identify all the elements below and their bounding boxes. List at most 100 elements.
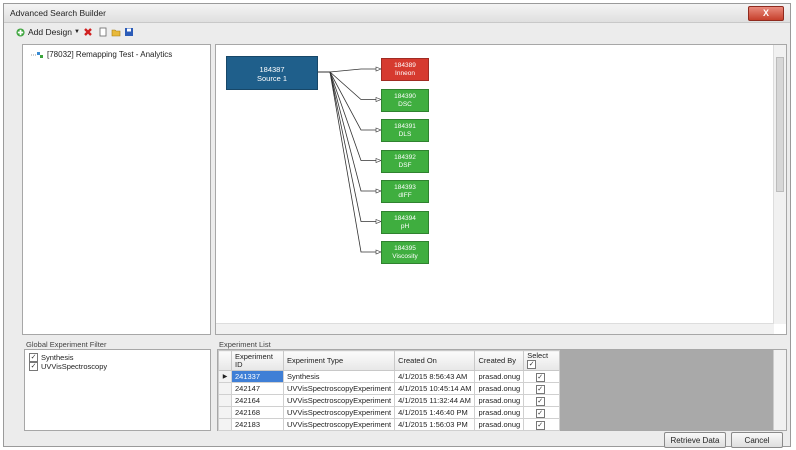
cell-select[interactable]: ✓ bbox=[523, 382, 561, 395]
diagram-node-target[interactable]: 184393 dIFF bbox=[381, 180, 429, 203]
cell-id[interactable]: 242183 bbox=[231, 418, 284, 431]
experiment-grid[interactable]: Experiment ID Experiment Type Created On… bbox=[217, 349, 787, 431]
cancel-button[interactable]: Cancel bbox=[731, 432, 783, 448]
table-row[interactable]: 242147 UVVisSpectroscopyExperiment 4/1/2… bbox=[218, 382, 561, 395]
experiment-table: Experiment ID Experiment Type Created On… bbox=[218, 350, 561, 431]
column-header-id[interactable]: Experiment ID bbox=[231, 350, 284, 371]
cell-type[interactable]: Synthesis bbox=[282, 370, 396, 383]
filter-item-uvvis[interactable]: ✓ UVVisSpectroscopy bbox=[29, 362, 107, 371]
add-design-button[interactable]: Add Design ▼ bbox=[16, 26, 80, 38]
node-name: Source 1 bbox=[256, 74, 288, 83]
cell-id[interactable]: 241337 bbox=[231, 370, 284, 383]
tree-root-label: [78032] Remapping Test - Analytics bbox=[47, 50, 173, 59]
cell-created-on[interactable]: 4/1/2015 10:45:14 AM bbox=[394, 382, 476, 395]
node-id: 184387 bbox=[259, 65, 285, 74]
close-button[interactable]: X bbox=[748, 6, 784, 21]
new-document-icon bbox=[99, 27, 107, 37]
cell-type[interactable]: UVVisSpectroscopyExperiment bbox=[282, 394, 396, 407]
row-checkbox[interactable]: ✓ bbox=[535, 408, 545, 418]
checkbox[interactable]: ✓ bbox=[29, 353, 38, 362]
connector-line bbox=[318, 71, 378, 131]
node-id: 184393 bbox=[394, 184, 416, 191]
cell-created-by[interactable]: prasad.onug bbox=[474, 370, 525, 383]
retrieve-data-button[interactable]: Retrieve Data bbox=[664, 432, 726, 448]
table-row[interactable]: 242183 UVVisSpectroscopyExperiment 4/1/2… bbox=[218, 418, 561, 431]
cell-created-by[interactable]: prasad.onug bbox=[474, 406, 525, 419]
cell-select[interactable]: ✓ bbox=[523, 418, 561, 431]
cell-id[interactable]: 242147 bbox=[231, 382, 284, 395]
diagram-node-target[interactable]: 184391 DLS bbox=[381, 119, 429, 142]
scroll-thumb[interactable] bbox=[776, 57, 784, 192]
floppy-disk-icon bbox=[125, 28, 133, 36]
node-name: Viscosity bbox=[392, 253, 418, 260]
table-row[interactable]: 242164 UVVisSpectroscopyExperiment 4/1/2… bbox=[218, 394, 561, 407]
checkbox[interactable]: ✓ bbox=[29, 362, 38, 371]
tree-node-icon bbox=[31, 51, 43, 58]
diagram-node-target[interactable]: 184392 DSF bbox=[381, 149, 429, 173]
cell-select[interactable]: ✓ bbox=[523, 406, 561, 419]
new-button[interactable] bbox=[98, 26, 108, 38]
cell-select[interactable]: ✓ bbox=[523, 394, 561, 407]
filter-item-synthesis[interactable]: ✓ Synthesis bbox=[29, 353, 74, 362]
column-header-type[interactable]: Experiment Type bbox=[282, 350, 396, 371]
filter-label: Global Experiment Filter bbox=[26, 340, 107, 349]
row-checkbox[interactable]: ✓ bbox=[535, 420, 545, 430]
cell-id[interactable]: 242164 bbox=[231, 394, 284, 407]
save-button[interactable] bbox=[124, 26, 134, 38]
dropdown-caret-icon: ▼ bbox=[73, 29, 80, 35]
column-header-created-on[interactable]: Created On bbox=[394, 350, 476, 371]
diagram-node-target[interactable]: 184394 pH bbox=[381, 210, 429, 234]
column-header-select[interactable]: Select ✓ bbox=[523, 350, 561, 371]
design-canvas[interactable]: 184387 Source 1 184389 Inneon 184390 DSC 18439… bbox=[215, 44, 787, 335]
cell-created-on[interactable]: 4/1/2015 8:56:43 AM bbox=[394, 370, 476, 383]
design-tree-panel[interactable]: [78032] Remapping Test - Analytics bbox=[22, 44, 211, 335]
tree-root-node[interactable]: [78032] Remapping Test - Analytics bbox=[31, 50, 172, 59]
connector-line bbox=[318, 71, 378, 161]
cell-created-by[interactable]: prasad.onug bbox=[474, 394, 525, 407]
cell-created-by[interactable]: prasad.onug bbox=[474, 382, 525, 395]
node-id: 184392 bbox=[394, 153, 416, 161]
connector-line bbox=[318, 68, 378, 73]
table-row[interactable]: 242168 UVVisSpectroscopyExperiment 4/1/2… bbox=[218, 406, 561, 419]
diagram-node-source[interactable]: 184387 Source 1 bbox=[226, 56, 318, 90]
cell-type[interactable]: UVVisSpectroscopyExperiment bbox=[282, 418, 396, 431]
node-id: 184395 bbox=[394, 245, 416, 252]
node-name: DLS bbox=[398, 131, 412, 138]
filter-item-label: Synthesis bbox=[41, 353, 74, 362]
cell-type[interactable]: UVVisSpectroscopyExperiment bbox=[282, 406, 396, 419]
connector-line bbox=[318, 71, 378, 100]
cell-id[interactable]: 242168 bbox=[231, 406, 284, 419]
row-checkbox[interactable]: ✓ bbox=[535, 372, 545, 382]
delete-button[interactable] bbox=[83, 26, 93, 38]
cell-created-on[interactable]: 4/1/2015 11:32:44 AM bbox=[394, 394, 476, 407]
column-header-created-by[interactable]: Created By bbox=[474, 350, 525, 371]
cell-type[interactable]: UVVisSpectroscopyExperiment bbox=[282, 382, 396, 395]
diagram-node-target[interactable]: 184390 DSC bbox=[381, 88, 429, 112]
select-all-checkbox[interactable]: ✓ bbox=[527, 360, 537, 369]
current-row-indicator-icon: ▶ bbox=[218, 370, 232, 383]
diagram-node-target[interactable]: 184389 Inneon bbox=[381, 58, 429, 81]
folder-open-icon bbox=[111, 29, 121, 37]
connector-line bbox=[318, 71, 378, 192]
select-label: Select bbox=[527, 351, 549, 360]
vertical-scrollbar[interactable] bbox=[773, 45, 786, 324]
cell-created-on[interactable]: 4/1/2015 1:56:03 PM bbox=[394, 418, 476, 431]
cell-select[interactable]: ✓ bbox=[523, 370, 561, 383]
experiment-list-label: Experiment List bbox=[219, 340, 271, 349]
toolbar: Add Design ▼ bbox=[4, 24, 790, 40]
advanced-search-builder-window: Advanced Search Builder X Add Design ▼ [… bbox=[3, 3, 791, 448]
node-id: 184389 bbox=[394, 62, 416, 69]
grid-vertical-scrollbar[interactable] bbox=[773, 350, 786, 430]
open-button[interactable] bbox=[111, 26, 121, 38]
filter-item-label: UVVisSpectroscopy bbox=[41, 362, 108, 371]
row-checkbox[interactable]: ✓ bbox=[535, 396, 545, 406]
row-checkbox[interactable]: ✓ bbox=[535, 384, 545, 394]
cell-created-on[interactable]: 4/1/2015 1:46:40 PM bbox=[394, 406, 476, 419]
title-bar: Advanced Search Builder X bbox=[4, 4, 790, 23]
cell-created-by[interactable]: prasad.onug bbox=[474, 418, 525, 431]
node-name: DSF bbox=[398, 161, 412, 169]
horizontal-scrollbar[interactable] bbox=[216, 323, 774, 334]
diagram-node-target[interactable]: 184395 Viscosity bbox=[381, 241, 429, 264]
connector-line bbox=[318, 71, 378, 253]
table-row[interactable]: ▶ 241337 Synthesis 4/1/2015 8:56:43 AM p… bbox=[218, 370, 561, 383]
